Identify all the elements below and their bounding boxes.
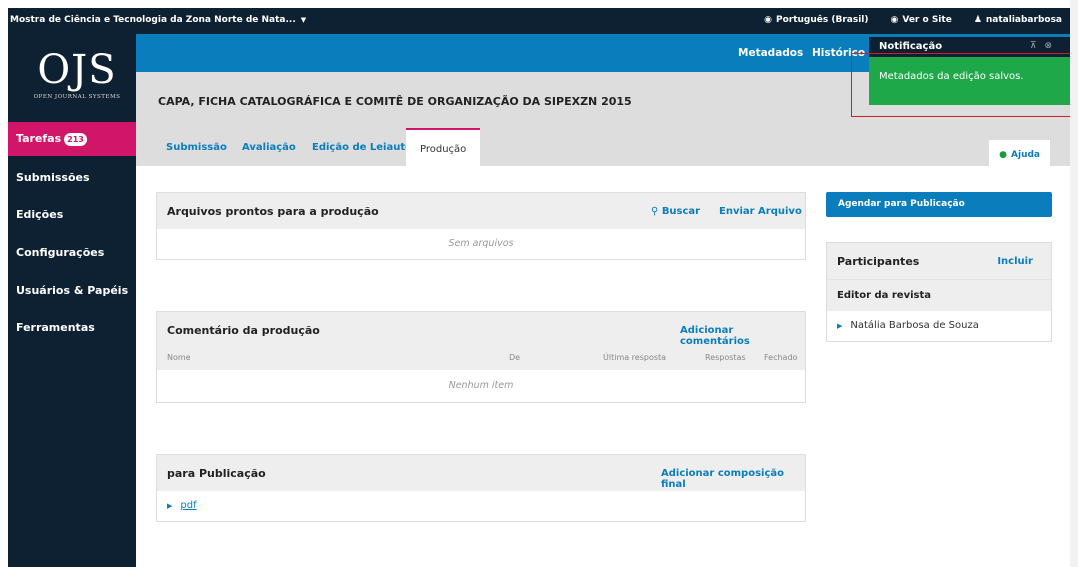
panel-title: Arquivos prontos para a produção — [167, 205, 379, 218]
help-button[interactable]: ● Ajuda — [989, 140, 1050, 166]
add-comment-link[interactable]: Adicionar comentários — [680, 325, 805, 347]
language-label: Português (Brasil) — [776, 15, 869, 25]
eye-icon: ◉ — [890, 15, 899, 25]
publication-panel: para Publicação Adicionar composição fin… — [156, 454, 806, 522]
sidebar-item-users-roles[interactable]: Usuários & Papéis — [8, 274, 136, 308]
window-margin — [0, 0, 8, 567]
username-label: nataliabarbosa — [985, 15, 1062, 25]
user-icon: ♟ — [973, 15, 982, 25]
tabs-bar: Submissão Avaliação Edição de Leiaute Pr… — [136, 128, 1070, 166]
table-header: Nome De Última resposta Respostas Fechad… — [157, 348, 805, 370]
user-menu[interactable]: ♟ nataliabarbosa — [974, 15, 1062, 25]
col-replies: Respostas — [705, 353, 746, 362]
empty-message: Nenhum item — [448, 380, 514, 391]
scrollbar[interactable] — [1070, 0, 1078, 567]
logo-wordmark: OJS — [37, 47, 117, 93]
participant-role: Editor da revista — [827, 279, 1051, 311]
production-files-panel: Arquivos prontos para a produção ⚲ Busca… — [156, 192, 806, 260]
page-title: CAPA, FICHA CATALOGRÁFICA E COMITÊ DE OR… — [158, 95, 632, 108]
sidebar-item-label: Tarefas — [16, 132, 62, 145]
participants-title: Participantes — [837, 255, 920, 268]
metadata-link[interactable]: Metadados — [738, 47, 803, 59]
view-site-link[interactable]: ◉ Ver o Site — [891, 15, 952, 25]
add-galley-link[interactable]: Adicionar composição final — [661, 468, 805, 490]
sidebar-item-submissions[interactable]: Submissões — [8, 161, 136, 195]
globe-icon: ◉ — [764, 15, 772, 25]
expand-icon[interactable]: ▶ — [837, 322, 842, 330]
notification-title: Notificação — [879, 41, 943, 52]
tab-copyediting[interactable]: Edição de Leiaute — [312, 142, 412, 153]
panel-title: Comentário da produção — [167, 324, 320, 337]
panel-title: para Publicação — [167, 467, 266, 480]
highlight-annotation — [851, 53, 1078, 117]
tab-review[interactable]: Avaliação — [242, 142, 296, 153]
sidebar-item-issues[interactable]: Edições — [8, 198, 136, 232]
search-icon: ⚲ — [651, 206, 662, 217]
help-label: Ajuda — [1011, 150, 1040, 160]
pin-icon[interactable]: ⊼ — [1030, 41, 1045, 51]
tasks-count-badge: 213 — [64, 133, 87, 146]
info-icon: ● — [999, 150, 1008, 160]
col-closed: Fechado — [764, 353, 798, 362]
language-menu[interactable]: ◉ Português (Brasil) — [764, 15, 868, 25]
participant-name: Natália Barbosa de Souza — [850, 320, 979, 331]
close-icon[interactable]: ⊗ — [1044, 41, 1060, 51]
add-participant-link[interactable]: Incluir — [997, 256, 1033, 267]
participants-panel: Participantes Incluir Editor da revista … — [826, 242, 1052, 342]
site-switcher[interactable]: Mostra de Ciência e Tecnologia da Zona N… — [10, 15, 306, 25]
sidebar-item-tools[interactable]: Ferramentas — [8, 311, 136, 345]
col-last-reply: Última resposta — [603, 353, 667, 362]
ojs-logo[interactable]: OJS OPEN JOURNAL SYSTEMS — [32, 48, 122, 100]
participant-item[interactable]: ▶ Natália Barbosa de Souza — [827, 311, 1051, 341]
schedule-publication-button[interactable]: Agendar para Publicação — [826, 192, 1052, 217]
expand-icon[interactable]: ▶ — [167, 502, 172, 510]
search-link[interactable]: ⚲ Buscar — [651, 206, 700, 217]
tab-submission[interactable]: Submissão — [166, 142, 227, 153]
galley-link[interactable]: pdf — [180, 500, 196, 511]
logo-tagline: OPEN JOURNAL SYSTEMS — [33, 94, 121, 100]
sidebar-item-settings[interactable]: Configurações — [8, 236, 136, 270]
empty-message: Sem arquivos — [448, 238, 514, 249]
view-site-label: Ver o Site — [902, 15, 952, 25]
col-from: De — [509, 353, 521, 362]
tab-production[interactable]: Produção — [406, 128, 481, 166]
sidebar-item-tasks[interactable]: Tarefas 213 — [8, 122, 136, 156]
top-bar: Mostra de Ciência e Tecnologia da Zona N… — [8, 8, 1070, 34]
site-name: Mostra de Ciência e Tecnologia da Zona N… — [10, 15, 296, 25]
production-discussion-panel: Comentário da produção Adicionar comentá… — [156, 311, 806, 403]
search-label: Buscar — [661, 206, 701, 217]
list-item[interactable]: ▶ pdf — [157, 491, 805, 521]
caret-down-icon: ▼ — [300, 16, 307, 24]
upload-file-link[interactable]: Enviar Arquivo — [719, 206, 802, 217]
sidebar: OJS OPEN JOURNAL SYSTEMS Tarefas 213 Subm… — [8, 34, 136, 567]
col-name: Nome — [167, 353, 191, 362]
